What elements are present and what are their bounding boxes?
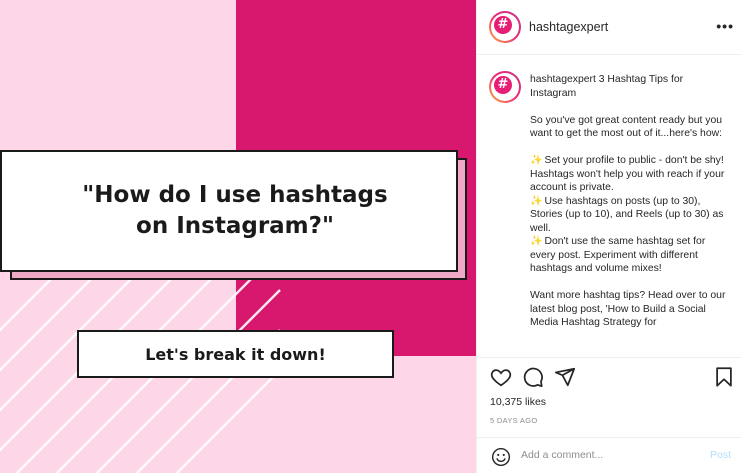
headline-card: "How do I use hashtags on Instagram?" <box>0 150 458 272</box>
heart-icon[interactable] <box>490 366 512 388</box>
post-comment-button[interactable]: Post <box>710 449 731 461</box>
more-options-icon[interactable]: ••• <box>716 18 734 34</box>
likes-count[interactable]: 10,375 likes <box>490 396 546 408</box>
sparkles-emoji-icon: ✨ <box>530 195 543 207</box>
comment-icon[interactable] <box>522 366 544 388</box>
caption-text: hashtagexpert 3 Hashtag Tips for Instagr… <box>530 73 730 343</box>
hashtag-logo-icon[interactable]: # <box>489 71 521 103</box>
post-sidebar: # hashtagexpert ••• # hashtagexpert 3 Ha… <box>476 0 741 473</box>
tip-item: ✨ Set your profile to public - don't be s… <box>530 155 725 193</box>
caption-username[interactable]: hashtagexpert <box>530 74 596 85</box>
caption-area[interactable]: # hashtagexpert 3 Hashtag Tips for Insta… <box>477 56 741 358</box>
header-username[interactable]: hashtagexpert <box>529 20 608 34</box>
share-icon[interactable] <box>554 366 576 388</box>
caption-outro: Want more hashtag tips? Head over to our… <box>530 290 726 328</box>
cta-box: Let's break it down! <box>77 330 394 378</box>
comment-input[interactable] <box>521 446 701 464</box>
caption-tips: ✨ Set your profile to public - don't be s… <box>530 154 730 276</box>
post-image[interactable]: "How do I use hashtags on Instagram?" Le… <box>0 0 476 473</box>
post-header: # hashtagexpert ••• <box>477 0 741 55</box>
caption-intro: So you've got great content ready but yo… <box>530 114 723 140</box>
tip-item: ✨ Use hashtags on posts (up to 30), Stori… <box>530 195 724 234</box>
post-timestamp[interactable]: 5 DAYS AGO <box>490 416 537 425</box>
headline-text: "How do I use hashtags on Instagram?" <box>82 182 388 239</box>
emoji-icon[interactable] <box>491 447 511 467</box>
hashtag-logo-icon[interactable]: # <box>489 11 521 43</box>
comment-bar: Post <box>477 437 741 473</box>
bookmark-icon[interactable] <box>714 366 734 388</box>
action-bar <box>477 362 741 394</box>
sparkles-emoji-icon: ✨ <box>530 155 543 166</box>
tip-item: ✨ Don't use the same hashtag set for ever… <box>530 236 706 274</box>
cta-text: Let's break it down! <box>145 344 326 364</box>
sparkles-emoji-icon: ✨ <box>530 236 543 247</box>
